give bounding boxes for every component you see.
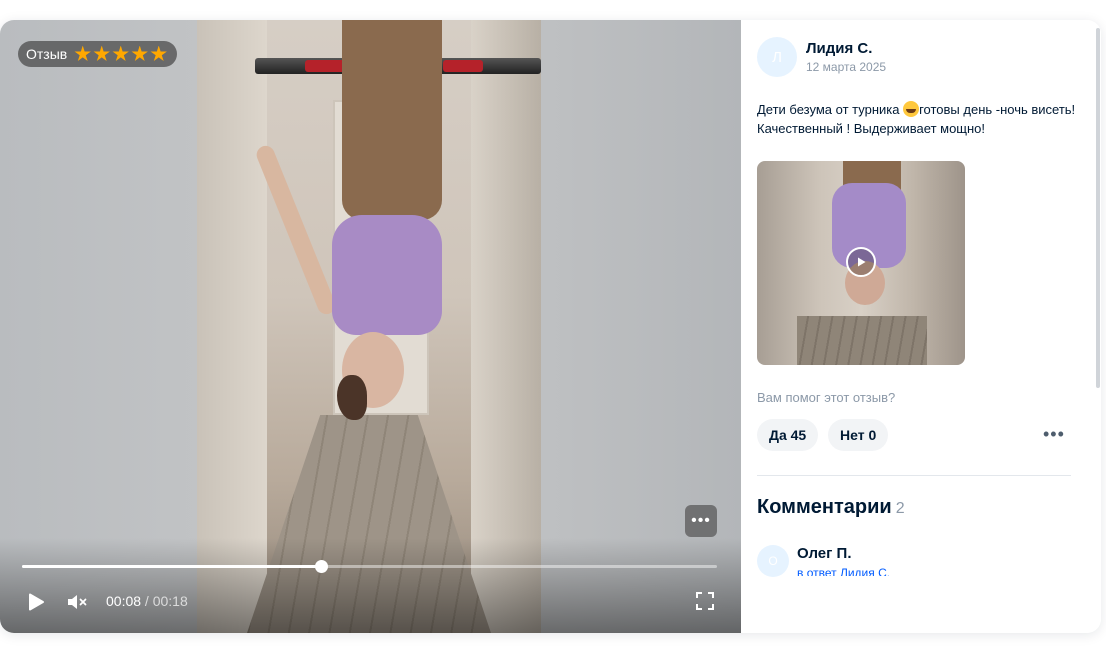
progress-bar[interactable] (22, 560, 717, 573)
progress-fill (22, 565, 321, 568)
avatar: Л (757, 37, 797, 77)
star-icon (74, 45, 91, 61)
video-thumbnail[interactable] (757, 161, 965, 365)
review-more-button[interactable]: ••• (1043, 425, 1065, 443)
video-more-button[interactable]: ••• (685, 505, 717, 537)
divider (757, 475, 1071, 476)
review-media-card: Отзыв ••• 00:08 / 00:18 Л Лидия С. 12 ма… (0, 20, 1101, 633)
review-badge-label: Отзыв (26, 46, 68, 62)
play-circle-icon[interactable] (846, 247, 876, 277)
helpful-question: Вам помог этот отзыв? (757, 390, 896, 405)
time-separator: / (141, 593, 153, 609)
rating-stars (74, 45, 167, 63)
helpful-no-button[interactable]: Нет 0 (828, 419, 889, 451)
progress-handle[interactable] (314, 560, 328, 573)
helpful-yes-button[interactable]: Да 45 (757, 419, 819, 451)
review-text-part1: Дети безума от турника (757, 102, 904, 117)
comments-count: 2 (895, 500, 905, 517)
controls-overlay (0, 538, 741, 633)
review-text: Дети безума от турника готовы день -ночь… (757, 100, 1077, 138)
muted-speaker-icon[interactable] (66, 592, 88, 612)
comments-heading: Комментарии 2 (757, 496, 905, 519)
scrollbar[interactable] (1096, 28, 1100, 388)
star-icon (93, 45, 110, 61)
fullscreen-icon[interactable] (695, 591, 715, 611)
star-icon (150, 45, 167, 61)
comment-item: О Олег П. в ответ Лидия С. (757, 545, 890, 577)
avatar: О (757, 545, 789, 577)
star-icon (112, 45, 129, 61)
review-date: 12 марта 2025 (806, 60, 887, 74)
time-display: 00:08 / 00:18 (106, 593, 188, 609)
grinning-emoji-icon (903, 101, 920, 117)
author-name: Лидия С. (806, 40, 873, 57)
play-icon[interactable] (26, 592, 46, 612)
review-badge: Отзыв (18, 41, 178, 67)
current-time: 00:08 (106, 593, 142, 609)
comments-title: Комментарии (757, 496, 892, 518)
star-icon (131, 45, 148, 61)
review-sidebar: Л Лидия С. 12 марта 2025 Дети безума от … (741, 20, 1101, 633)
total-time: 00:18 (152, 593, 188, 609)
video-player[interactable]: Отзыв ••• 00:08 / 00:18 (0, 20, 741, 633)
review-author: Л Лидия С. 12 марта 2025 (757, 37, 886, 77)
comment-author: Олег П. (797, 545, 852, 562)
reply-to-link[interactable]: в ответ Лидия С. (797, 566, 890, 576)
